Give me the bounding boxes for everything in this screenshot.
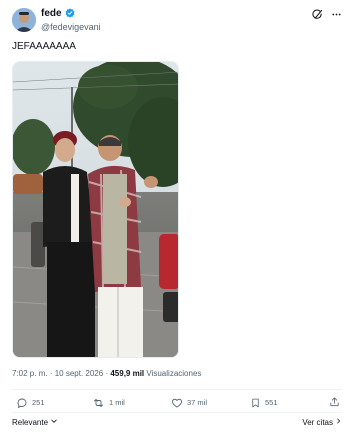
repost-button[interactable]: 1 mil <box>92 396 125 410</box>
meta-separator: · <box>105 369 109 378</box>
chevron-right-icon <box>335 417 342 429</box>
divider <box>12 412 342 413</box>
see-quotes-link[interactable]: Ver citas <box>302 417 342 429</box>
grok-icon[interactable] <box>312 9 323 20</box>
author-handle[interactable]: @fedevigevani <box>41 21 101 33</box>
bookmark-button[interactable]: 551 <box>250 396 278 410</box>
views-count[interactable]: 459,9 mil <box>110 369 144 378</box>
views-label[interactable]: Visualizaciones <box>146 369 201 378</box>
tweet-text: JEFAAAAAAA <box>12 41 76 52</box>
tweet-photo[interactable] <box>12 61 179 358</box>
divider <box>12 389 342 390</box>
like-count: 37 mil <box>187 398 208 407</box>
more-icon[interactable] <box>331 9 342 20</box>
bookmark-icon <box>250 397 261 409</box>
like-button[interactable]: 37 mil <box>171 396 207 410</box>
tweet-date[interactable]: 10 sept. 2026 <box>55 369 103 378</box>
tweet-time[interactable]: 7:02 p. m. <box>12 369 48 378</box>
reply-button[interactable]: 251 <box>16 396 45 410</box>
bookmark-count: 551 <box>265 398 278 407</box>
share-icon <box>329 396 340 408</box>
header-actions <box>312 9 342 20</box>
sort-dropdown[interactable]: Relevante <box>12 417 58 429</box>
tweet-header: fede @fedevigevani <box>12 8 342 34</box>
replies-footer: Relevante Ver citas <box>12 417 342 429</box>
repost-icon <box>92 397 105 409</box>
see-quotes-label: Ver citas <box>302 418 333 427</box>
repost-count: 1 mil <box>109 398 125 407</box>
author-names: fede @fedevigevani <box>41 8 101 33</box>
avatar[interactable] <box>12 8 36 32</box>
display-name[interactable]: fede <box>41 8 62 20</box>
reply-icon <box>16 397 28 409</box>
chevron-down-icon <box>50 417 58 429</box>
meta-separator: · <box>49 369 53 378</box>
tweet-meta: 7:02 p. m. · 10 sept. 2026 · 459,9 mil V… <box>12 369 201 379</box>
share-button[interactable] <box>329 396 340 408</box>
reply-count: 251 <box>32 398 45 407</box>
like-icon <box>171 397 183 409</box>
sort-label: Relevante <box>12 418 49 427</box>
tweet-actions: 251 1 mil 37 mil 551 <box>12 396 342 412</box>
